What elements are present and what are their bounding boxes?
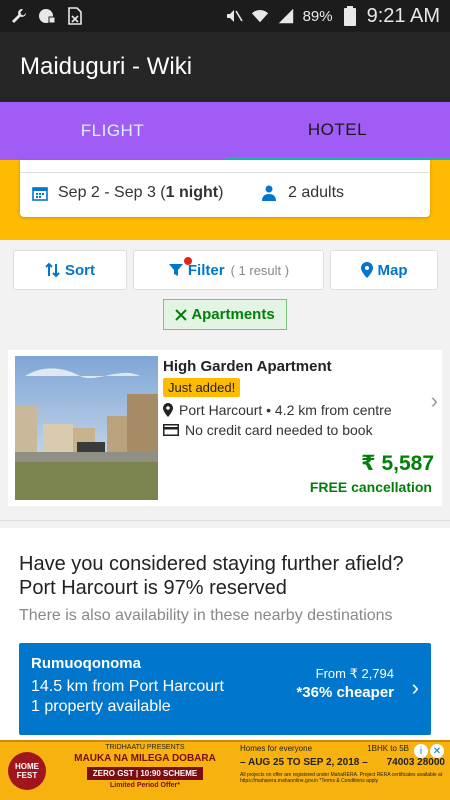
filter-button[interactable]: Filter ( 1 result ) [133,250,324,290]
property-name[interactable]: High Garden Apartment [163,358,332,375]
new-badge: Just added! [163,378,241,397]
cancellation-policy: FREE cancellation [309,479,432,495]
filter-label: Filter [187,261,225,279]
ad-close-icon[interactable]: ✕ [430,744,444,758]
map-button[interactable]: Map [330,250,438,290]
sort-icon [45,262,61,278]
credit-card-icon [163,424,179,436]
filter-chip-label: Apartments [191,306,275,323]
filter-active-dot [184,257,192,265]
nights-text: 1 night [165,184,219,201]
ad-info-icon[interactable]: i [414,744,428,758]
active-filter-chip[interactable]: Apartments [163,299,287,330]
wifi-icon [251,7,269,25]
nearby-subtitle: There is also availability in these near… [19,607,393,624]
ad-bhk: 1BHK to 5B [367,744,409,753]
property-photo[interactable] [15,356,158,500]
results-controls: Sort Filter ( 1 result ) Map [13,250,438,290]
divider [20,172,430,173]
status-bar: 89% 9:21 AM [0,0,450,32]
destination-from-price: From ₹ 2,794 [315,666,394,681]
property-card[interactable]: High Garden Apartment Just added! Port H… [8,350,442,506]
ad-phone: 74003 28000 [386,757,445,768]
battery-icon [341,6,359,26]
payment-info: No credit card needed to book [163,422,373,438]
mute-icon [225,7,243,25]
tab-hotel[interactable]: HOTEL [225,102,450,160]
tab-flight[interactable]: FLIGHT [0,102,225,160]
calendar-icon [32,185,48,201]
location-text: Port Harcourt • 4.2 km from centre [179,402,392,418]
ad-homes: Homes for everyone [240,744,313,753]
map-label: Map [377,261,408,279]
wrench-icon [10,7,28,25]
ad-scheme: ZERO GST | 10:90 SCHEME [86,767,204,780]
guests-text: 2 adults [288,184,345,201]
location-pin-icon [163,403,173,417]
clock: 9:21 AM [366,4,440,27]
chevron-right-icon: › [430,388,438,413]
app-title: Maiduguri - Wiki [20,53,193,80]
destination-savings: *36% cheaper [296,684,394,701]
filter-icon [168,262,184,278]
nearby-title: Have you considered staying further afie… [19,553,404,599]
search-summary-card[interactable]: Sep 2 - Sep 3 (1 night) 2 adults [20,160,430,217]
price: ₹ 5,587 [361,452,434,475]
no-sim-icon [66,7,84,25]
destination-distance: 14.5 km from Port Harcourt [31,678,224,695]
ad-logo: HOME FEST [8,752,46,790]
chevron-right-icon: › [411,675,419,700]
dates-close: ) [218,184,224,201]
date-range[interactable]: Sep 2 - Sep 3 (1 night) [32,184,223,202]
shield-icon [38,7,56,25]
close-icon[interactable] [175,308,188,321]
ad-presents: TRIDHAATU PRESENTS [105,744,185,751]
ad-dates: – AUG 25 TO SEP 2, 2018 – [240,757,368,768]
ad-controls: i ✕ [414,744,448,758]
person-icon [262,185,276,201]
tab-bar: FLIGHT HOTEL [0,102,450,160]
payment-text: No credit card needed to book [185,422,373,438]
signal-icon [277,7,295,25]
map-pin-icon [360,262,373,278]
destination-availability: 1 property available [31,698,171,715]
nearby-destination-card[interactable]: Rumuoqonoma 14.5 km from Port Harcourt 1… [19,643,431,735]
nearby-destinations-section: Have you considered staying further afie… [0,528,450,740]
sort-label: Sort [65,261,95,279]
ad-headline-block: TRIDHAATU PRESENTS MAUKA NA MILEGA DOBAR… [60,744,230,789]
property-location: Port Harcourt • 4.2 km from centre [163,402,392,418]
sort-button[interactable]: Sort [13,250,127,290]
battery-percent: 89% [302,7,333,25]
ad-headline: MAUKA NA MILEGA DOBARA [74,753,216,764]
app-bar: Maiduguri - Wiki [0,32,450,102]
dates-text: Sep 2 - Sep 3 ( [58,184,166,201]
ad-fine-print: All projects on offer are registered und… [240,772,443,784]
ad-banner[interactable]: HOME FEST TRIDHAATU PRESENTS MAUKA NA MI… [0,740,450,800]
section-divider [0,520,450,528]
filter-count: ( 1 result ) [230,262,290,278]
guest-count[interactable]: 2 adults [262,184,344,202]
destination-name: Rumuoqonoma [31,655,141,672]
ad-offer: Limited Period Offer* [109,782,180,789]
